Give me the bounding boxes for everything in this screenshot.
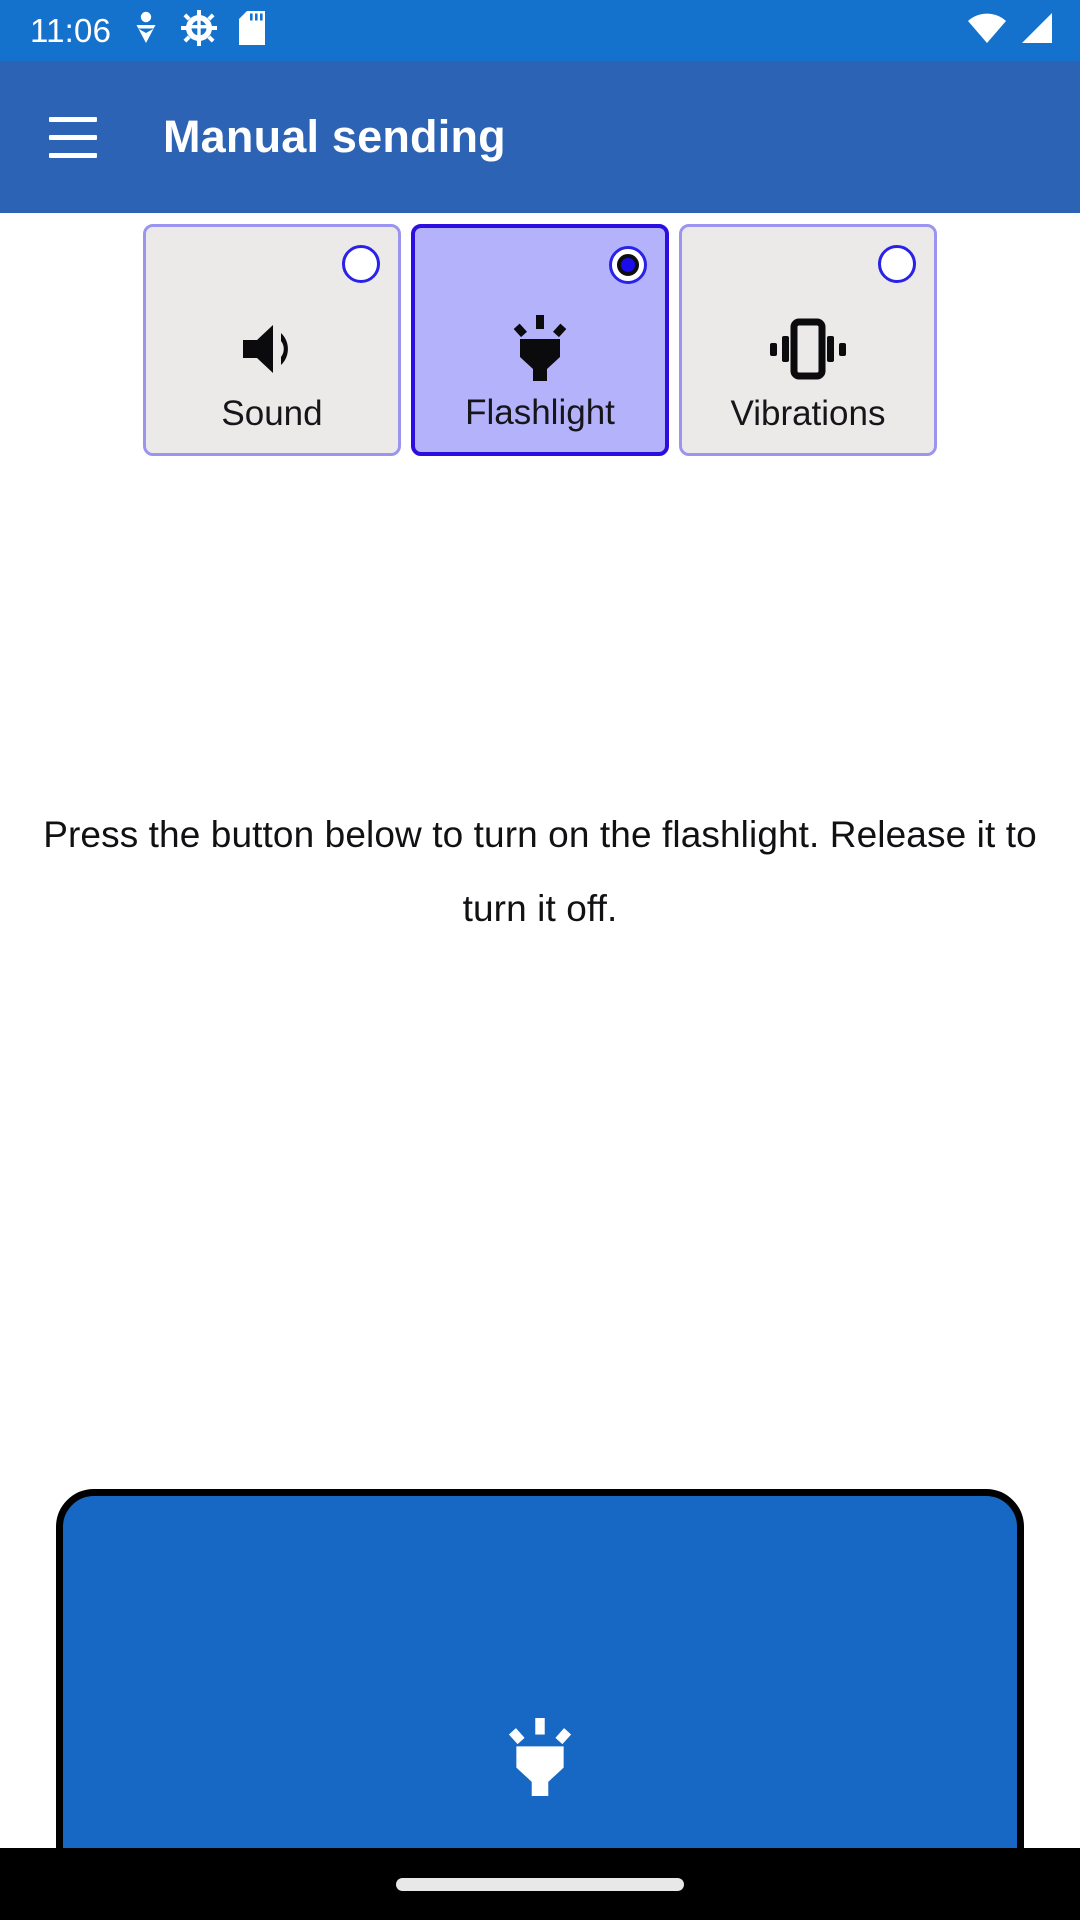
page-title: Manual sending — [163, 111, 506, 162]
system-navigation-bar — [0, 1848, 1080, 1920]
mode-selector-group: Sound Flashlight Vibrations — [0, 224, 1080, 456]
hamburger-menu-icon[interactable] — [42, 106, 104, 168]
wifi-icon — [968, 13, 1006, 48]
mode-label-vibrations: Vibrations — [730, 394, 886, 433]
phone-screen: 11:06 Manual sending Sound Flashlight Vi… — [0, 0, 1080, 1920]
radio-sound[interactable] — [342, 245, 380, 283]
speaker-volume-icon — [237, 312, 307, 386]
radio-inner-dot — [617, 254, 639, 276]
instruction-container: Press the button below to turn on the fl… — [0, 798, 1080, 946]
radio-vibrations[interactable] — [878, 245, 916, 283]
mode-label-sound: Sound — [221, 394, 323, 433]
mode-label-flashlight: Flashlight — [465, 393, 615, 432]
flashlight-icon — [502, 1717, 578, 1801]
flashlight-icon — [508, 311, 572, 385]
hamburger-line — [49, 152, 97, 158]
radio-flashlight[interactable] — [609, 246, 647, 284]
main-content: Sound Flashlight Vibrations Press the bu… — [0, 213, 1080, 1848]
home-indicator[interactable] — [396, 1877, 684, 1891]
mode-card-flashlight[interactable]: Flashlight — [411, 224, 669, 456]
mode-card-sound[interactable]: Sound — [143, 224, 401, 456]
mode-card-vibrations[interactable]: Vibrations — [679, 224, 937, 456]
hamburger-line — [49, 134, 97, 140]
press-and-hold-flashlight-button[interactable] — [56, 1489, 1024, 1848]
press-button-container — [56, 1489, 1024, 1848]
app-bar: Manual sending — [0, 61, 1080, 213]
status-clock: 11:06 — [30, 12, 112, 49]
gear-icon — [181, 10, 218, 51]
sd-card-icon — [239, 11, 266, 50]
cellular-signal-icon — [1020, 13, 1052, 48]
heartbeat-icon — [133, 11, 159, 50]
status-bar: 11:06 — [0, 0, 1080, 61]
instruction-text: Press the button below to turn on the fl… — [43, 814, 1037, 929]
vibration-icon — [770, 312, 846, 386]
hamburger-line — [49, 116, 97, 122]
status-bar-left: 11:06 — [30, 10, 266, 51]
status-bar-right — [968, 13, 1052, 48]
